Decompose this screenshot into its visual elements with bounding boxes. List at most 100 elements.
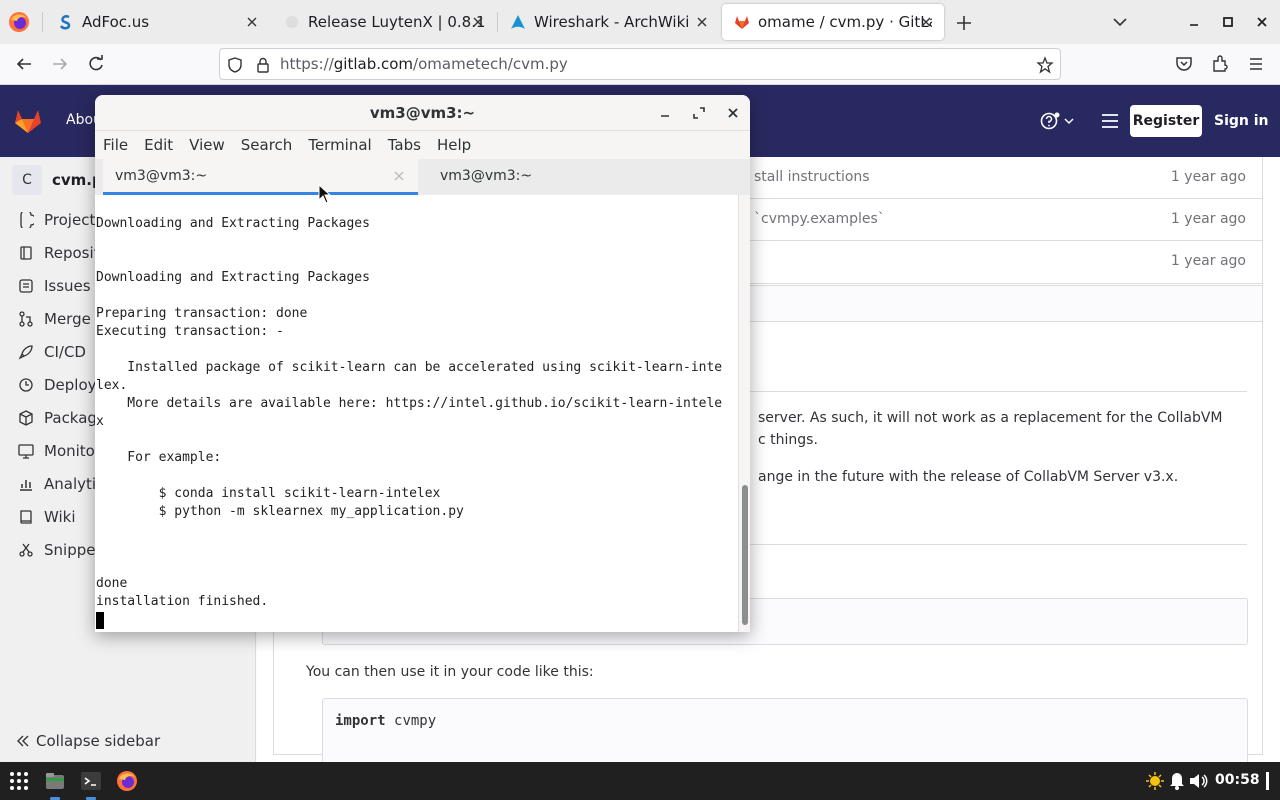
app-grid-icon[interactable]	[8, 770, 30, 792]
url-host: gitlab.com	[333, 55, 414, 73]
terminal-title-bar[interactable]: vm3@vm3:~	[95, 95, 750, 131]
menu-edit[interactable]: Edit	[144, 136, 173, 154]
monitor-icon	[18, 444, 34, 459]
file-manager-icon[interactable]	[44, 770, 66, 792]
sidebar-item-monitor[interactable]: Monitor	[18, 440, 101, 462]
terminal-line: Downloading and Extracting Packages	[96, 216, 370, 231]
extensions-icon[interactable]	[1210, 54, 1230, 74]
menu-tabs[interactable]: Tabs	[388, 136, 421, 154]
scrollbar-thumb[interactable]	[742, 485, 748, 625]
collapse-sidebar-button[interactable]: Collapse sidebar	[16, 732, 160, 750]
tab-label: omame / cvm.py · GitLab	[758, 13, 932, 31]
notification-bell-icon[interactable]	[1168, 770, 1186, 792]
hamburger-menu-icon[interactable]	[1100, 112, 1120, 130]
sidebar-item-wiki[interactable]: Wiki	[18, 506, 76, 528]
package-icon	[19, 410, 33, 426]
terminal-tab-2[interactable]: vm3@vm3:~	[428, 159, 743, 195]
show-desktop-handle[interactable]	[1266, 772, 1269, 790]
lock-icon[interactable]	[254, 56, 272, 74]
close-tab-icon[interactable]	[694, 14, 710, 30]
minimize-window-icon[interactable]	[1186, 14, 1202, 30]
sidebar-item-label: Issues	[44, 277, 91, 295]
commit-message[interactable]: `cvmpy.examples`	[754, 211, 885, 227]
sidebar-item-label: Monitor	[44, 442, 102, 460]
register-button[interactable]: Register	[1130, 105, 1202, 137]
terminal-scrollbar[interactable]	[738, 195, 750, 632]
code-hint-text: You can then use it in your code like th…	[306, 664, 594, 680]
pocket-icon[interactable]	[1174, 54, 1194, 74]
minimize-window-icon[interactable]	[657, 105, 673, 121]
firefox-menu-icon[interactable]	[8, 11, 30, 33]
sidebar-item-label: Wiki	[44, 508, 76, 526]
terminal-line: done	[96, 576, 128, 591]
terminal-tab-1[interactable]: vm3@vm3:~	[103, 159, 418, 195]
tab-adfocus[interactable]: AdFoc.us	[46, 4, 270, 40]
tab-wireshark-archwiki[interactable]: Wireshark - ArchWiki	[498, 4, 720, 40]
url-scheme: https://	[280, 55, 334, 73]
sidebar-item-ci-cd[interactable]: CI/CD	[18, 341, 86, 363]
menu-view[interactable]: View	[189, 136, 225, 154]
sidebar-item-label: Project	[44, 211, 96, 229]
taskbar: 00:58	[0, 762, 1280, 800]
collapse-sidebar-label: Collapse sidebar	[36, 732, 161, 750]
terminal-line: lex.	[96, 378, 128, 393]
terminal-icon[interactable]	[80, 770, 102, 792]
bookmark-star-icon[interactable]	[1036, 56, 1054, 74]
url-bar[interactable]: https://gitlab.com/omametech/cvm.py	[219, 48, 1061, 80]
volume-icon[interactable]	[1188, 770, 1208, 792]
hamburger-menu-icon[interactable]	[1246, 54, 1266, 74]
adfocus-icon	[59, 15, 71, 30]
sidebar-item-project[interactable]: Project	[18, 209, 95, 231]
merge-request-icon	[19, 311, 33, 327]
close-window-icon[interactable]	[725, 105, 741, 121]
luytenx-icon	[286, 16, 298, 28]
terminal-output[interactable]: Downloading and Extracting Packages Downl…	[95, 195, 737, 632]
menu-file[interactable]: File	[103, 136, 128, 154]
terminal-line: More details are available here: https:/…	[96, 396, 723, 411]
terminal-line: $ python -m sklearnex my_application.py	[96, 504, 464, 519]
clock[interactable]: 00:58	[1215, 772, 1260, 788]
forward-icon[interactable]	[50, 54, 70, 74]
help-icon[interactable]	[1040, 111, 1080, 131]
terminal-line: $ conda install scikit-learn-intelex	[96, 486, 441, 501]
close-window-icon[interactable]	[1254, 14, 1270, 30]
sign-in-link[interactable]: Sign in	[1214, 113, 1269, 129]
terminal-tab-bar: vm3@vm3:~ vm3@vm3:~	[95, 159, 750, 195]
readme-text: c things.	[758, 432, 818, 448]
sidebar-item-label: CI/CD	[44, 343, 86, 361]
menu-search[interactable]: Search	[241, 136, 293, 154]
terminal-line: Executing transaction: -	[96, 324, 284, 339]
maximize-window-icon[interactable]	[1220, 14, 1236, 30]
code-block: import cvmpy	[322, 698, 1248, 768]
new-tab-icon[interactable]	[953, 12, 975, 34]
menu-terminal[interactable]: Terminal	[308, 136, 371, 154]
tab-label: Release LuytenX | 0.8.1 · E	[308, 13, 484, 31]
firefox-icon[interactable]	[116, 770, 138, 792]
commit-message[interactable]: stall instructions	[754, 169, 870, 185]
tab-label: AdFoc.us	[82, 13, 150, 31]
close-tab-icon[interactable]	[918, 14, 934, 30]
terminal-title: vm3@vm3:~	[369, 104, 476, 122]
close-tab-icon[interactable]	[470, 14, 486, 30]
shield-icon[interactable]	[226, 56, 244, 74]
close-tab-icon[interactable]	[392, 169, 406, 183]
back-icon[interactable]	[14, 54, 34, 74]
menu-help[interactable]: Help	[437, 136, 471, 154]
gitlab-logo-icon[interactable]	[14, 107, 42, 135]
tab-luytenx[interactable]: Release LuytenX | 0.8.1 · E	[272, 4, 496, 40]
commit-time: 1 year ago	[1170, 169, 1246, 185]
sidebar-item-issues[interactable]: Issues	[18, 275, 91, 297]
weather-icon[interactable]	[1144, 770, 1166, 792]
chevron-down-icon[interactable]	[1110, 12, 1130, 32]
rocket-icon	[18, 345, 33, 360]
close-tab-icon[interactable]	[244, 14, 260, 30]
maximize-window-icon[interactable]	[691, 105, 707, 121]
mouse-cursor-icon	[318, 184, 332, 204]
tab-gitlab-cvm[interactable]: omame / cvm.py · GitLab	[722, 4, 944, 40]
reload-icon[interactable]	[86, 54, 106, 74]
commit-time: 1 year ago	[1170, 253, 1246, 269]
terminal-tab-label: vm3@vm3:~	[440, 168, 533, 184]
readme-text: server. As such, it will not work as a r…	[758, 410, 1223, 426]
code-keyword: import	[335, 713, 386, 729]
project-avatar: C	[12, 165, 42, 195]
